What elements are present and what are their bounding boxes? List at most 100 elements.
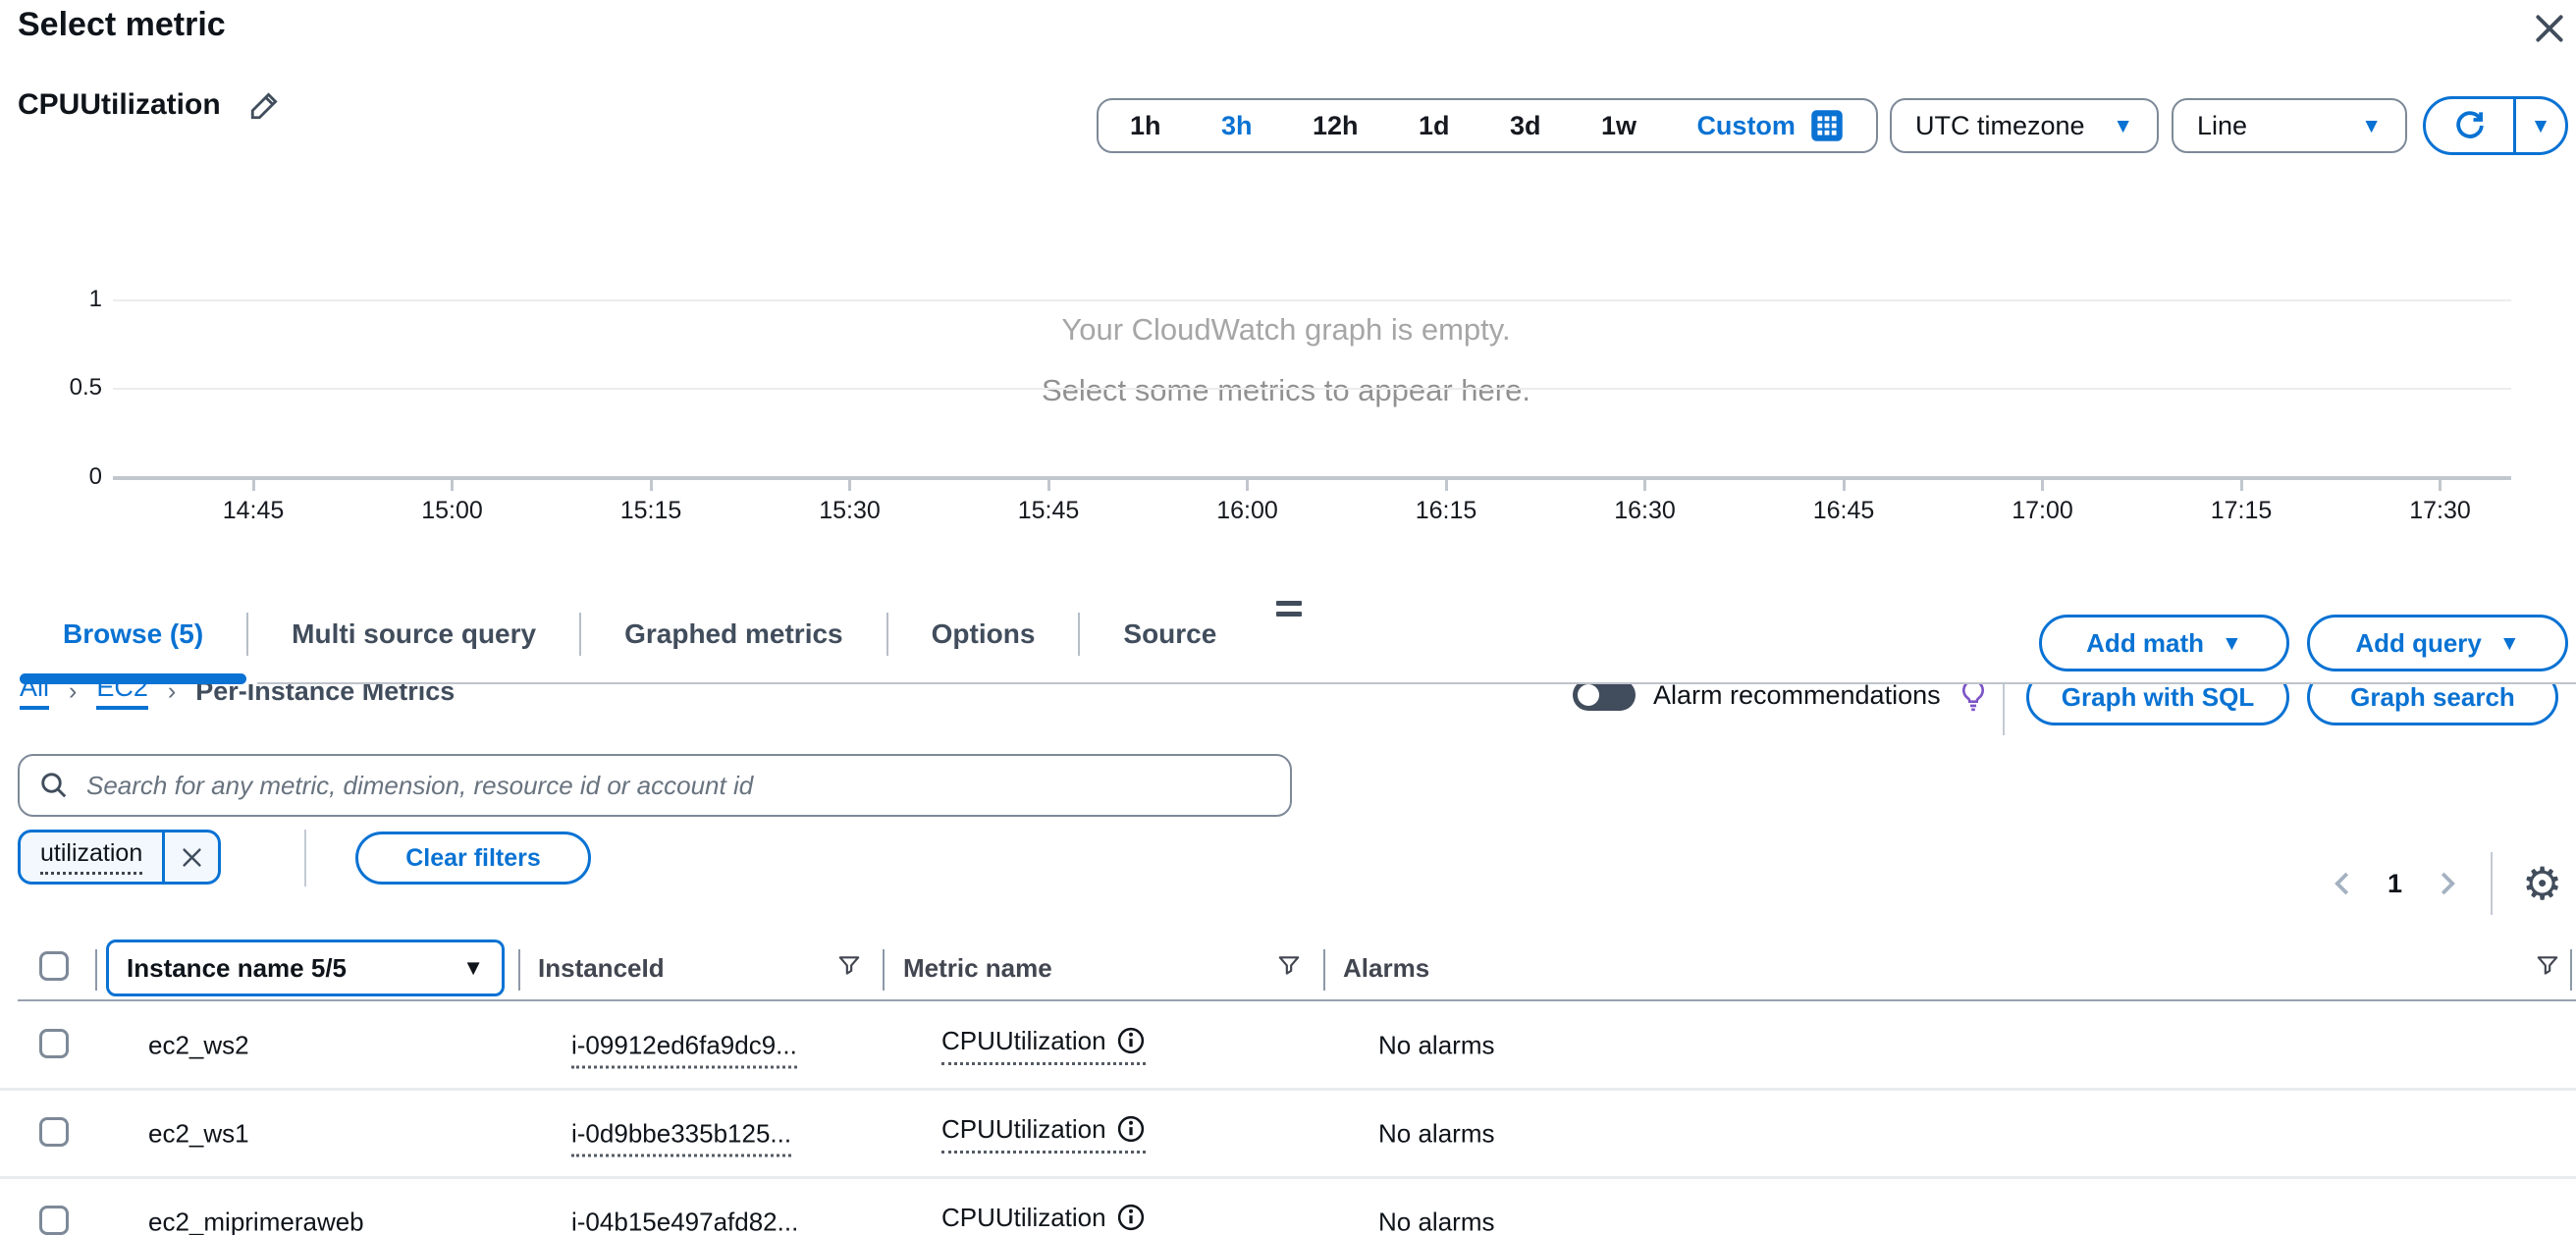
refresh-options-button[interactable]: ▼ [2516, 99, 2565, 152]
cell-instance-id[interactable]: i-09912ed6fa9dc9... [571, 1030, 797, 1060]
cell-instance-id[interactable]: i-0d9bbe335b125... [571, 1118, 791, 1149]
cell-instance-name: ec2_miprimeraweb [148, 1207, 364, 1235]
filter-chip: utilization [18, 830, 221, 885]
tab-graphed-metrics[interactable]: Graphed metrics [581, 613, 886, 656]
info-icon[interactable] [1116, 1026, 1146, 1055]
x-axis-tick [1445, 480, 1448, 491]
tab-browse-5[interactable]: Browse (5) [20, 613, 246, 656]
breadcrumb: All › EC2 › Per-Instance Metrics [20, 684, 455, 710]
y-axis-label: 1 [0, 286, 102, 313]
filter-funnel-icon[interactable] [2535, 953, 2560, 979]
y-axis-label: 0.5 [0, 374, 102, 402]
tabs-list: Browse (5)Multi source queryGraphed metr… [20, 613, 1260, 656]
search-input[interactable] [84, 770, 1270, 802]
metric-name: CPUUtilization [18, 88, 221, 122]
timezone-dropdown[interactable]: UTC timezone ▼ [1890, 98, 2159, 153]
cell-metric-name[interactable]: CPUUtilization [941, 1026, 1146, 1065]
x-axis-label: 15:00 [389, 497, 516, 525]
metric-name-text: CPUUtilization [941, 1203, 1106, 1233]
gridline [113, 299, 2511, 301]
column-divider [518, 949, 520, 991]
timezone-label: UTC timezone [1915, 111, 2085, 141]
cell-alarms: No alarms [1378, 1118, 1494, 1149]
add-query-button[interactable]: Add query ▼ [2307, 615, 2568, 671]
graph-search-button[interactable]: Graph search [2307, 684, 2558, 725]
gridline [113, 388, 2511, 390]
x-axis-label: 14:45 [189, 497, 317, 525]
add-query-label: Add query [2355, 628, 2482, 659]
chart-empty-title: Your CloudWatch graph is empty. [0, 312, 2572, 348]
time-range-12h[interactable]: 12h [1313, 111, 1359, 141]
breadcrumb-link-all[interactable]: All [20, 684, 49, 710]
page-title: Select metric [18, 6, 226, 44]
row-checkbox[interactable] [39, 1029, 69, 1058]
time-range-1w[interactable]: 1w [1601, 111, 1637, 141]
previous-page-icon[interactable] [2329, 869, 2358, 898]
column-divider [883, 949, 885, 991]
instance-name-column-select[interactable]: Instance name 5/5 ▼ [106, 940, 505, 996]
remove-filter-icon[interactable] [165, 832, 218, 882]
filter-funnel-icon[interactable] [836, 953, 862, 979]
select-metric-dialog: Select metric CPUUtilization 1h 3h 12h 1d 3d… [0, 0, 2576, 1235]
select-all-checkbox[interactable] [39, 951, 69, 981]
chevron-down-icon: ▼ [2361, 116, 2382, 136]
alarm-recommendations-toggle[interactable] [1573, 684, 1636, 711]
column-header-alarms: Alarms [1343, 953, 1429, 984]
current-page[interactable]: 1 [2388, 869, 2402, 899]
info-icon[interactable] [1116, 1114, 1146, 1144]
x-axis-tick [848, 480, 851, 491]
time-range-3d[interactable]: 3d [1510, 111, 1541, 141]
x-axis-tick [1047, 480, 1050, 491]
row-checkbox[interactable] [39, 1206, 69, 1235]
x-axis-tick [2240, 480, 2243, 491]
metric-name-text: CPUUtilization [941, 1026, 1106, 1056]
search-icon [39, 771, 69, 800]
chevron-down-icon: ▼ [2531, 116, 2551, 136]
tab-options[interactable]: Options [888, 613, 1079, 656]
close-icon[interactable] [2527, 6, 2572, 51]
clear-filters-button[interactable]: Clear filters [355, 832, 591, 885]
next-page-icon[interactable] [2432, 869, 2461, 898]
column-header-instanceid: InstanceId [538, 953, 665, 984]
gear-icon[interactable]: ⚙ [2522, 861, 2562, 906]
x-axis-label: 16:15 [1382, 497, 1510, 525]
x-axis-tick [451, 480, 454, 491]
cell-instance-name: ec2_ws2 [148, 1030, 249, 1060]
cell-instance-id[interactable]: i-04b15e497afd82... [571, 1207, 798, 1235]
x-axis-label: 17:00 [1979, 497, 2107, 525]
refresh-button[interactable] [2426, 99, 2516, 152]
pagination: 1 ⚙ [2329, 854, 2562, 913]
filter-chip-label: utilization [21, 832, 162, 882]
table-header-border [18, 999, 2576, 1001]
cell-metric-name[interactable]: CPUUtilization [941, 1203, 1146, 1235]
add-math-label: Add math [2086, 628, 2204, 659]
x-axis-label: 16:30 [1582, 497, 1709, 525]
instance-name-column-label: Instance name 5/5 [127, 953, 347, 984]
add-math-button[interactable]: Add math ▼ [2039, 615, 2289, 671]
graph-with-sql-label: Graph with SQL [2062, 684, 2254, 713]
graph-with-sql-button[interactable]: Graph with SQL [2026, 684, 2289, 725]
x-axis-tick [252, 480, 255, 491]
metrics-tabbar: Browse (5)Multi source queryGraphed metr… [0, 605, 2576, 685]
cell-alarms: No alarms [1378, 1207, 1494, 1235]
tab-source[interactable]: Source [1080, 613, 1260, 656]
breadcrumb-current: Per-Instance Metrics [195, 684, 455, 707]
breadcrumb-separator-icon: › [168, 684, 176, 706]
breadcrumb-link-ec2[interactable]: EC2 [96, 684, 148, 710]
time-range-3h[interactable]: 3h [1221, 111, 1253, 141]
row-checkbox[interactable] [39, 1117, 69, 1147]
edit-pencil-icon[interactable] [248, 88, 282, 122]
chart-type-dropdown[interactable]: Line ▼ [2172, 98, 2407, 153]
chart-type-label: Line [2197, 111, 2247, 141]
time-range-1d[interactable]: 1d [1419, 111, 1450, 141]
custom-range-button[interactable]: Custom [1696, 108, 1845, 143]
cell-metric-name[interactable]: CPUUtilization [941, 1114, 1146, 1154]
x-axis-tick [1643, 480, 1646, 491]
vertical-divider [2491, 852, 2493, 915]
info-icon[interactable] [1116, 1203, 1146, 1232]
calendar-icon [1809, 108, 1845, 143]
time-range-1h[interactable]: 1h [1130, 111, 1161, 141]
tab-multi-source-query[interactable]: Multi source query [248, 613, 579, 656]
filter-funnel-icon[interactable] [1276, 953, 1302, 979]
cell-instance-name: ec2_ws1 [148, 1118, 249, 1149]
